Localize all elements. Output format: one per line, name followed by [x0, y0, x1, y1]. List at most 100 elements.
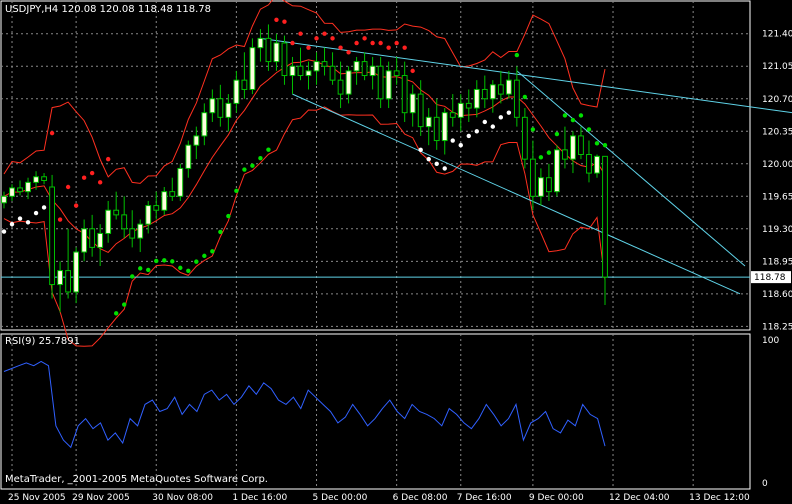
- candle-body: [562, 149, 568, 160]
- candle-body: [145, 205, 152, 225]
- sar-dot: [394, 40, 399, 46]
- candle-body: [241, 79, 248, 90]
- sar-dot: [298, 31, 303, 36]
- time-tick-label: 7 Dec 16:00: [457, 493, 512, 503]
- candle-body: [489, 84, 496, 100]
- price-tick-label: 119.65: [762, 192, 792, 202]
- candle-body: [129, 228, 136, 239]
- sar-dot: [522, 94, 528, 100]
- sar-dot: [386, 45, 391, 50]
- candle-body: [305, 70, 312, 77]
- sar-dot: [370, 40, 375, 46]
- candle-body: [217, 98, 224, 118]
- time-tick-label: 29 Nov 2005: [72, 493, 130, 503]
- sar-dot: [210, 249, 215, 254]
- price-tick-label: 120.70: [762, 95, 792, 105]
- candle-body: [481, 88, 488, 100]
- price-tick-label: 118.95: [762, 257, 792, 267]
- candle-body: [433, 116, 440, 142]
- candle-body: [393, 70, 400, 77]
- sar-dot: [33, 210, 39, 216]
- chart-title: USDJPY,H4 120.08 120.08 118.48 118.78: [5, 4, 211, 15]
- candle-body: [169, 191, 176, 197]
- sar-dot: [194, 259, 199, 264]
- candle-body: [425, 116, 432, 128]
- time-tick-label: 9 Dec 00:00: [529, 493, 584, 503]
- sar-dot: [490, 124, 496, 129]
- sar-dot: [73, 203, 79, 208]
- candle-body: [273, 42, 280, 63]
- sar-dot: [498, 115, 504, 120]
- footer-copyright: MetaTrader, _2001-2005 MetaQuotes Softwa…: [5, 474, 268, 485]
- candle-body: [209, 98, 216, 114]
- sar-dot: [250, 163, 255, 168]
- candle-body: [473, 88, 480, 109]
- price-tick-label: 119.30: [762, 225, 792, 235]
- sar-dot: [474, 129, 479, 134]
- sar-dot: [17, 216, 23, 221]
- rsi-tick-label: 100: [762, 336, 779, 346]
- sar-dot: [97, 180, 103, 185]
- candle-body: [81, 228, 88, 253]
- candle-body: [233, 79, 240, 104]
- candle-body: [449, 112, 456, 118]
- candle-body: [369, 65, 376, 77]
- sar-dot: [546, 150, 552, 155]
- candle-body: [345, 70, 352, 95]
- candle-body: [25, 181, 31, 193]
- candle-body: [594, 155, 600, 174]
- time-tick-label: 25 Nov 2005: [8, 493, 66, 503]
- candle-body: [193, 135, 200, 146]
- sar-dot: [562, 113, 568, 118]
- sar-dot: [458, 143, 463, 148]
- candle-body: [586, 153, 592, 174]
- sar-dot: [338, 45, 343, 50]
- sar-dot: [418, 147, 423, 153]
- sar-dot: [322, 31, 327, 36]
- sar-dot: [105, 156, 111, 162]
- sar-dot: [570, 117, 576, 123]
- sar-dot: [450, 138, 455, 143]
- time-tick-label: 13 Dec 12:00: [689, 493, 750, 503]
- candle-body: [41, 176, 47, 182]
- sar-dot: [538, 155, 544, 160]
- candle-body: [578, 135, 584, 155]
- sar-dot: [202, 253, 207, 259]
- time-tick-label: 12 Dec 04:00: [609, 493, 670, 503]
- candle-body: [9, 187, 15, 197]
- time-tick-label: 6 Dec 08:00: [393, 493, 448, 503]
- candle-body: [33, 176, 39, 183]
- candle-body: [297, 65, 304, 77]
- time-tick-label: 1 Dec 16:00: [232, 493, 287, 503]
- sar-dot: [178, 265, 183, 271]
- candle-body: [161, 191, 168, 211]
- sar-dot: [226, 213, 231, 219]
- candle-body: [281, 42, 288, 77]
- candle-body: [201, 112, 208, 137]
- candle-body: [329, 65, 336, 81]
- indicator-title: RSI(9) 25.7891: [5, 336, 80, 347]
- candle-body: [49, 186, 55, 286]
- price-tick-label: 118.60: [762, 290, 792, 300]
- sar-dot: [578, 113, 584, 118]
- sar-dot: [130, 274, 135, 279]
- sar-dot: [113, 311, 119, 316]
- sar-dot: [306, 45, 311, 50]
- candle-body: [465, 102, 472, 109]
- candle-body: [554, 149, 560, 193]
- price-tick-label: 120.00: [762, 160, 792, 170]
- sar-dot: [146, 267, 151, 273]
- sar-dot: [274, 17, 279, 22]
- candle-body: [265, 37, 272, 63]
- candle-body: [73, 251, 80, 293]
- sar-dot: [234, 188, 239, 194]
- candle-body: [337, 79, 344, 95]
- sar-dot: [442, 166, 447, 171]
- candle-body: [1, 195, 7, 204]
- sar-dot: [402, 45, 407, 50]
- candle-body: [105, 209, 112, 234]
- sar-dot: [378, 40, 383, 46]
- candle-body: [441, 112, 448, 142]
- sar-dot: [162, 258, 167, 263]
- sar-dot: [25, 220, 31, 225]
